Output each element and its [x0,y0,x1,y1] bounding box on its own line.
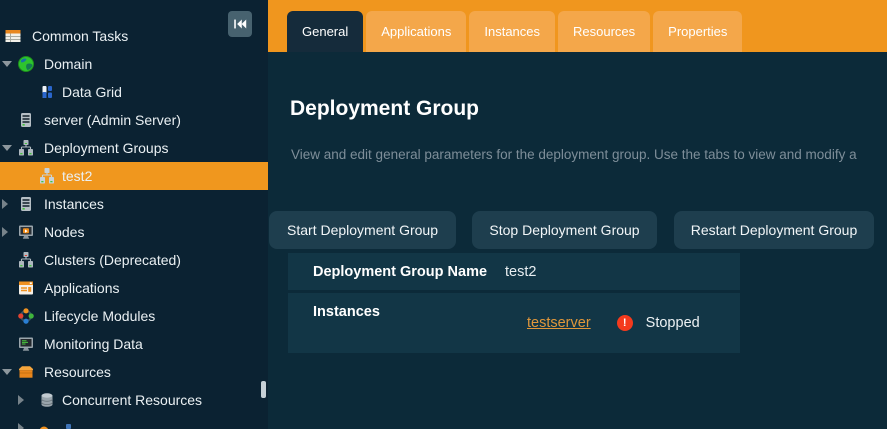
collapse-left-icon [232,16,248,32]
globe-icon [17,55,35,73]
sidebar-item-lifecycle-modules[interactable]: Lifecycle Modules [0,302,268,330]
chevron-right-icon[interactable] [18,423,24,429]
deployment-group-name-label: Deployment Group Name [313,264,505,280]
start-deployment-group-button[interactable]: Start Deployment Group [269,211,456,249]
data-grid-icon [38,83,56,101]
sidebar-item-domain[interactable]: Domain [0,50,268,78]
server-icon [17,195,35,213]
status-label: Stopped [646,315,700,331]
sidebar-item-server-admin-server[interactable]: server (Admin Server) [0,106,268,134]
table-row-name: Deployment Group Name test2 [288,253,740,290]
tab-applications[interactable]: Applications [366,11,466,52]
monitor-icon [17,335,35,353]
navigation-sidebar: Common Tasks Domain Data Grid serve [0,0,268,429]
sidebar-item-instances[interactable]: Instances [0,190,268,218]
sidebar-item-label: Common Tasks [32,28,128,44]
tabs: General Applications Instances Resources… [287,11,742,52]
tab-bar: General Applications Instances Resources… [268,0,887,52]
stopped-status-icon: ! [617,315,633,331]
sidebar-item-applications[interactable]: Applications [0,274,268,302]
partial-orange-icon [38,419,56,429]
sidebar-scrollbar-thumb[interactable] [261,381,266,398]
partial-blue-icon [66,424,71,429]
sidebar-item-label: Deployment Groups [44,140,169,156]
navigation-tree: Common Tasks Domain Data Grid serve [0,22,268,429]
sidebar-item-concurrent-resources[interactable]: Concurrent Resources [0,386,268,414]
chevron-right-icon[interactable] [2,227,8,237]
sidebar-item-test2[interactable]: test2 [0,162,268,190]
sidebar-item-label: test2 [62,168,92,184]
server-icon [17,111,35,129]
database-icon [38,391,56,409]
chevron-right-icon[interactable] [18,395,24,405]
node-monitor-icon [17,223,35,241]
sidebar-item-label: server (Admin Server) [44,112,181,128]
table-row-instances: Instances testserver ! Stopped [288,293,740,353]
instances-label: Instances [313,293,505,353]
general-info-table: Deployment Group Name test2 Instances te… [288,253,740,353]
sidebar-collapse-button[interactable] [228,11,252,37]
common-tasks-icon [4,27,22,45]
chevron-down-icon[interactable] [2,61,12,67]
tab-instances[interactable]: Instances [469,11,555,52]
chevron-down-icon[interactable] [2,369,12,375]
cluster-icon [38,167,56,185]
sidebar-item-label: Lifecycle Modules [44,308,155,324]
resources-box-icon [17,363,35,381]
lifecycle-icon [17,307,35,325]
sidebar-item-label: Concurrent Resources [62,392,202,408]
sidebar-item-label: Nodes [44,224,84,240]
sidebar-item-partial[interactable] [0,414,268,429]
sidebar-item-label: Data Grid [62,84,122,100]
restart-deployment-group-button[interactable]: Restart Deployment Group [674,211,874,249]
sidebar-item-nodes[interactable]: Nodes [0,218,268,246]
sidebar-item-label: Instances [44,196,104,212]
sidebar-item-clusters-deprecated[interactable]: Clusters (Deprecated) [0,246,268,274]
sidebar-item-label: Monitoring Data [44,336,143,352]
sidebar-item-deployment-groups[interactable]: Deployment Groups [0,134,268,162]
sidebar-item-monitoring-data[interactable]: Monitoring Data [0,330,268,358]
sidebar-item-label: Domain [44,56,92,72]
sidebar-item-label: Applications [44,280,120,296]
chevron-down-icon[interactable] [2,145,12,151]
chevron-right-icon[interactable] [2,199,8,209]
page-title: Deployment Group [290,97,479,121]
cluster-icon [17,139,35,157]
stop-deployment-group-button[interactable]: Stop Deployment Group [472,211,657,249]
testserver-link[interactable]: testserver [527,315,591,331]
sidebar-item-resources[interactable]: Resources [0,358,268,386]
tab-properties[interactable]: Properties [653,11,742,52]
sidebar-item-label: Resources [44,364,111,380]
applications-icon [17,279,35,297]
tab-resources[interactable]: Resources [558,11,650,52]
instance-status-cell: testserver ! Stopped [505,293,700,353]
sidebar-item-data-grid[interactable]: Data Grid [0,78,268,106]
sidebar-item-label: Clusters (Deprecated) [44,252,181,268]
page-description: View and edit general parameters for the… [291,147,887,162]
deployment-group-name-value: test2 [505,264,536,280]
tab-general[interactable]: General [287,11,363,52]
admin-console-screen: Common Tasks Domain Data Grid serve [0,0,887,429]
cluster-icon [17,251,35,269]
